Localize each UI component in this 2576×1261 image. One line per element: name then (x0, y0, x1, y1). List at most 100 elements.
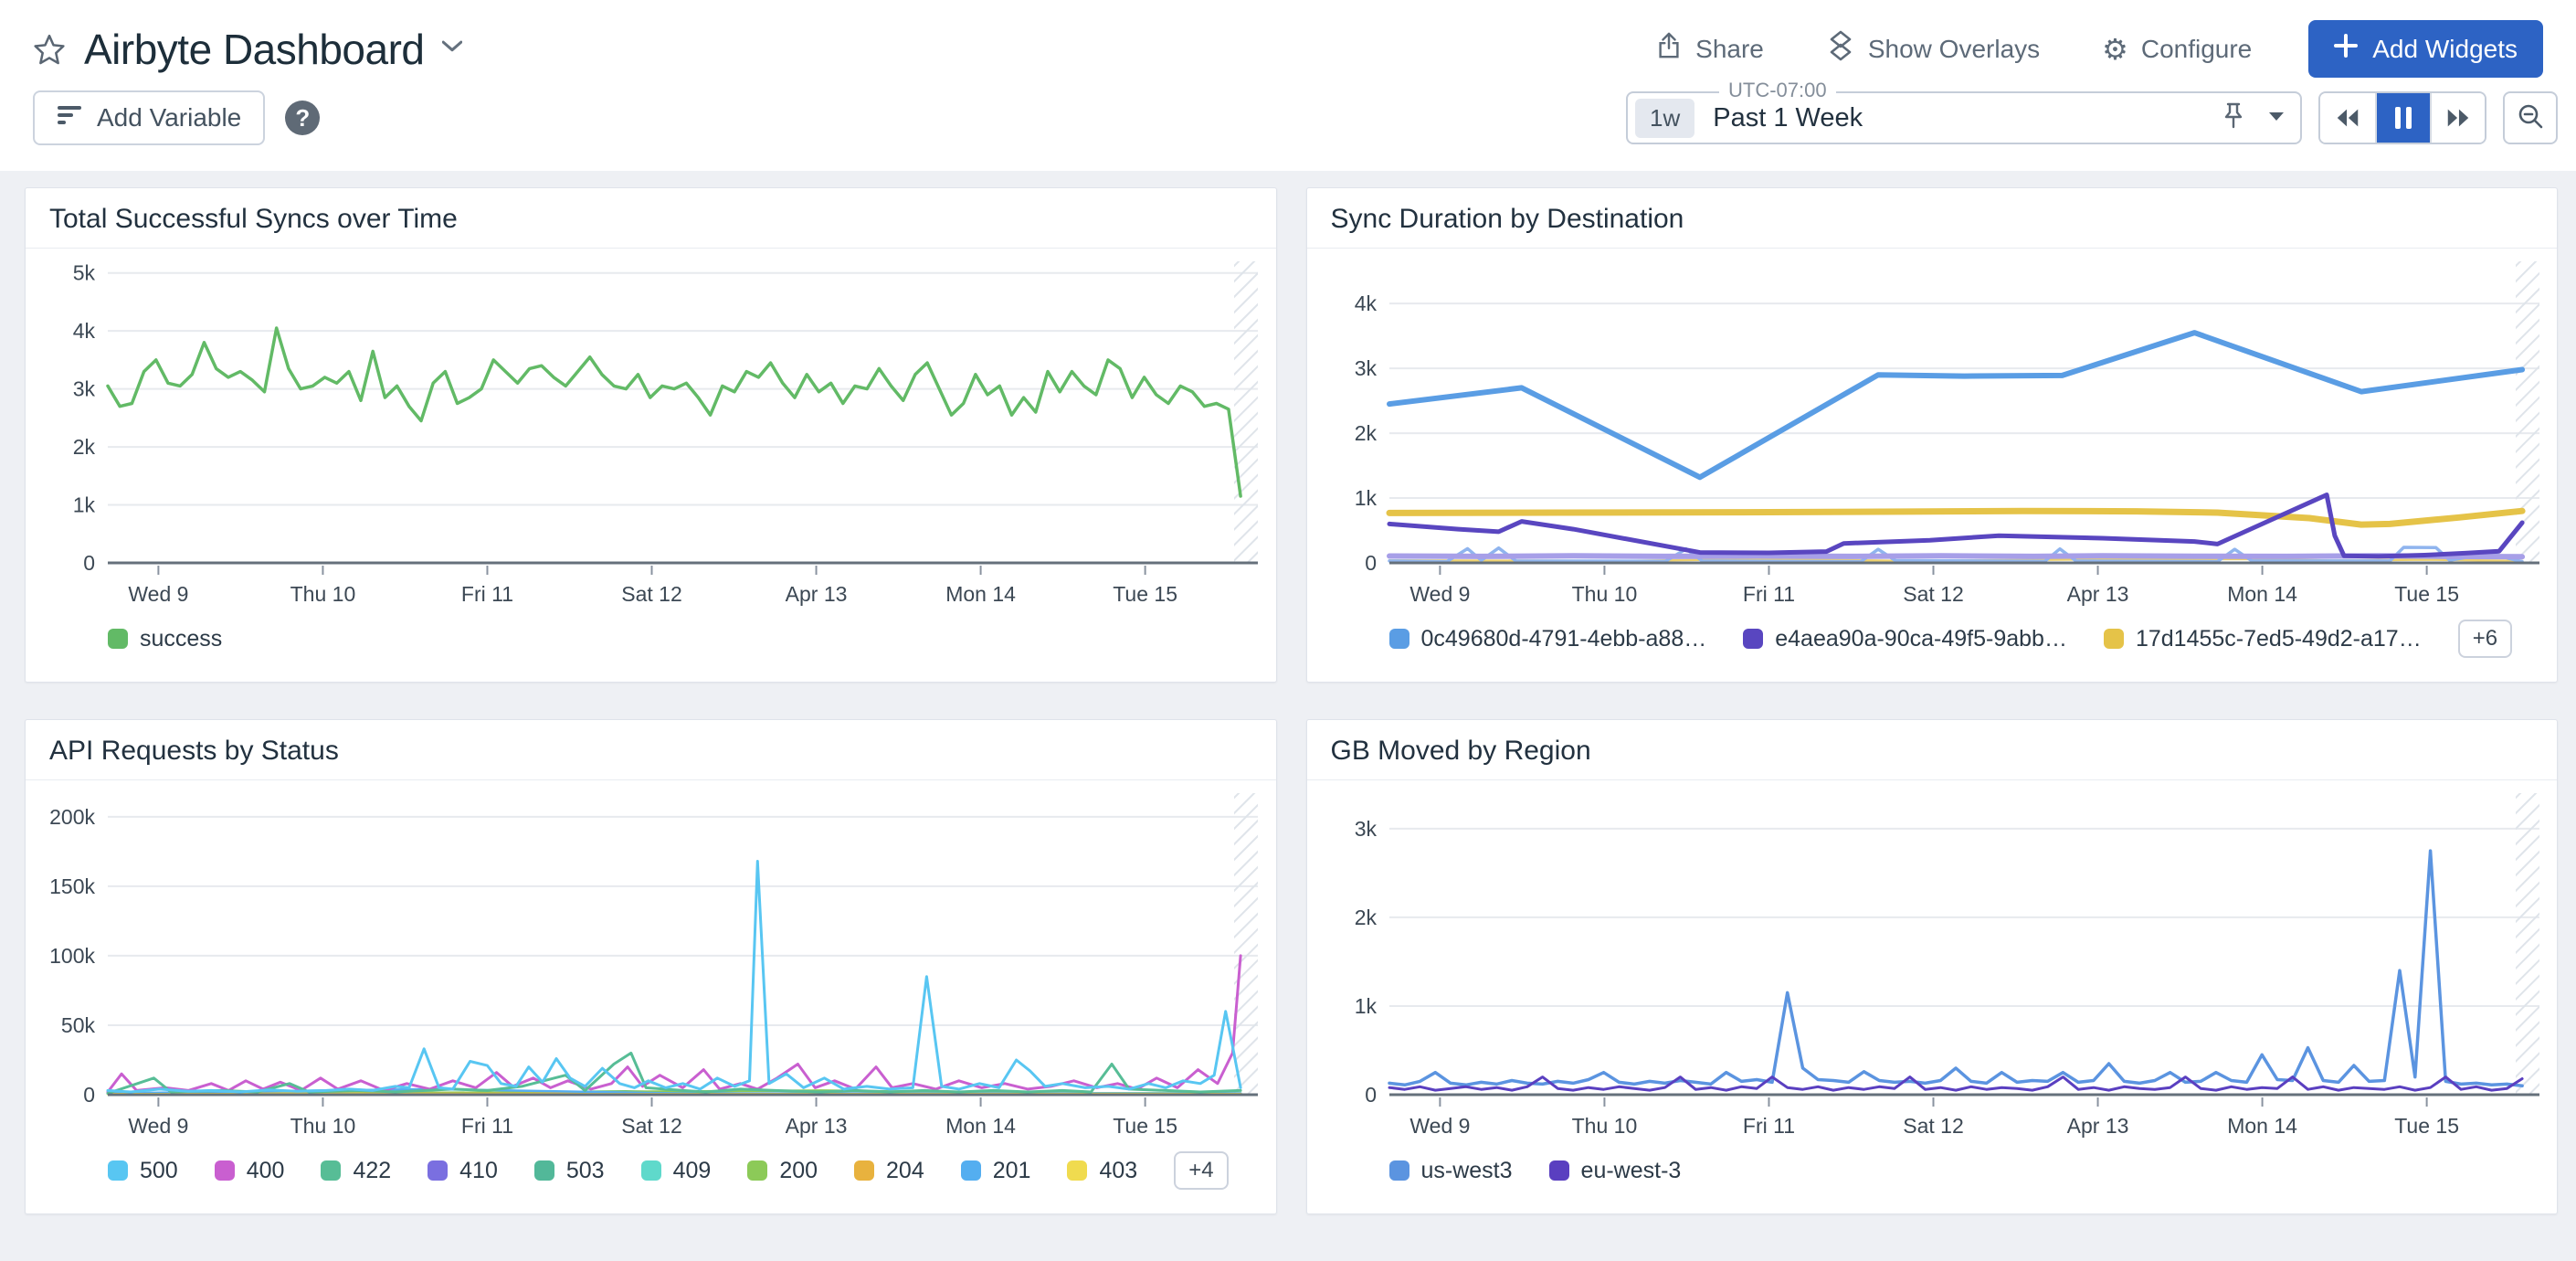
legend-color-chip (641, 1160, 661, 1181)
legend-item[interactable]: 0c49680d-4791-4ebb-a88… (1389, 626, 1707, 652)
legend-color-chip (854, 1160, 874, 1181)
legend-label: 0c49680d-4791-4ebb-a88… (1421, 626, 1707, 652)
configure-button[interactable]: ⚙ Configure (2096, 34, 2257, 65)
zoom-out-icon (2516, 102, 2545, 134)
legend-label: 201 (993, 1158, 1031, 1184)
help-icon[interactable]: ? (285, 101, 320, 135)
legend-label: 204 (886, 1158, 924, 1184)
x-axis: Wed 9Thu 10Fri 11Sat 12Apr 13Mon 14Tue 1… (128, 566, 1177, 606)
range-shortcut-chip[interactable]: 1w (1635, 99, 1694, 138)
svg-text:Thu 10: Thu 10 (1571, 1114, 1637, 1138)
overlays-icon (1826, 30, 1855, 68)
fast-forward-button[interactable] (2430, 93, 2485, 143)
rewind-button[interactable] (2320, 93, 2375, 143)
legend-item[interactable]: 503 (534, 1158, 605, 1184)
legend-item[interactable]: 410 (428, 1158, 498, 1184)
svg-text:Wed 9: Wed 9 (128, 1114, 188, 1138)
y-axis: 01k2k3k (1354, 817, 2539, 1107)
chevron-down-icon[interactable] (442, 40, 462, 58)
legend-item[interactable]: e4aea90a-90ca-49f5-9abb… (1743, 626, 2067, 652)
y-axis: 050k100k150k200k (49, 805, 1258, 1107)
legend-color-chip (534, 1160, 554, 1181)
legend-item[interactable]: 204 (854, 1158, 924, 1184)
svg-text:Wed 9: Wed 9 (128, 582, 188, 606)
svg-text:Apr 13: Apr 13 (786, 1114, 848, 1138)
chart-svg: 01k2k3k4k5kWed 9Thu 10Fri 11Sat 12Apr 13… (26, 249, 1276, 612)
chart-canvas-gb-moved[interactable]: 01k2k3kWed 9Thu 10Fri 11Sat 12Apr 13Mon … (1307, 780, 2558, 1144)
widget-title: Total Successful Syncs over Time (26, 188, 1276, 249)
svg-text:1k: 1k (73, 493, 96, 517)
svg-text:Apr 13: Apr 13 (2066, 582, 2128, 606)
legend-item[interactable]: 17d1455c-7ed5-49d2-a17… (2104, 626, 2422, 652)
show-overlays-button[interactable]: Show Overlays (1821, 29, 2045, 69)
share-icon (1655, 31, 1683, 67)
chart-svg: 050k100k150k200kWed 9Thu 10Fri 11Sat 12A… (26, 780, 1276, 1144)
chart-svg: 01k2k3k4kWed 9Thu 10Fri 11Sat 12Apr 13Mo… (1307, 249, 2558, 612)
legend-item[interactable]: eu-west-3 (1549, 1158, 1682, 1184)
pause-button[interactable] (2375, 93, 2430, 143)
time-range-picker[interactable]: UTC-07:00 1w Past 1 Week (1626, 91, 2302, 144)
chart-legend: success (26, 612, 1276, 682)
svg-text:50k: 50k (61, 1013, 96, 1037)
star-icon[interactable] (33, 33, 66, 66)
svg-text:Fri 11: Fri 11 (1742, 582, 1794, 606)
svg-text:Apr 13: Apr 13 (786, 582, 848, 606)
zoom-out-button[interactable] (2503, 91, 2558, 144)
dashboard-title-menu[interactable]: Airbyte Dashboard (33, 25, 462, 74)
legend-label: 422 (353, 1158, 391, 1184)
variable-toolbar: Add Variable ? UTC-07:00 1w Past 1 Week (0, 81, 2576, 171)
share-button[interactable]: Share (1650, 30, 1769, 68)
svg-text:Mon 14: Mon 14 (945, 1114, 1016, 1138)
legend-label: 17d1455c-7ed5-49d2-a17… (2136, 626, 2422, 652)
legend-overflow-badge[interactable]: +4 (1174, 1151, 1228, 1190)
widget-grid: Total Successful Syncs over Time 01k2k3k… (0, 171, 2576, 1214)
legend-item[interactable]: 500 (108, 1158, 178, 1184)
chart-canvas-sync-duration[interactable]: 01k2k3k4kWed 9Thu 10Fri 11Sat 12Apr 13Mo… (1307, 249, 2558, 612)
legend-overflow-badge[interactable]: +6 (2458, 620, 2512, 658)
legend-item[interactable]: 422 (321, 1158, 391, 1184)
series-0c49680d-4791-4ebb-a88… (1389, 333, 2522, 477)
svg-text:Thu 10: Thu 10 (290, 582, 356, 606)
legend-color-chip (215, 1160, 235, 1181)
legend-label: e4aea90a-90ca-49f5-9abb… (1775, 626, 2067, 652)
svg-text:Sat 12: Sat 12 (621, 582, 682, 606)
legend-label: 403 (1099, 1158, 1137, 1184)
chart-canvas-total-successful-syncs[interactable]: 01k2k3k4k5kWed 9Thu 10Fri 11Sat 12Apr 13… (26, 249, 1276, 612)
legend-item[interactable]: success (108, 626, 222, 652)
svg-text:1k: 1k (1354, 994, 1377, 1018)
svg-text:4k: 4k (1354, 291, 1377, 315)
legend-item[interactable]: 400 (215, 1158, 285, 1184)
legend-item[interactable]: us-west3 (1389, 1158, 1513, 1184)
time-controls: UTC-07:00 1w Past 1 Week (1626, 91, 2558, 144)
series-400 (108, 956, 1240, 1092)
legend-item[interactable]: 403 (1067, 1158, 1137, 1184)
x-axis: Wed 9Thu 10Fri 11Sat 12Apr 13Mon 14Tue 1… (1409, 1097, 2459, 1138)
y-axis: 01k2k3k4k (1354, 291, 2539, 575)
filter-icon (57, 103, 82, 132)
widget-title: Sync Duration by Destination (1307, 188, 2558, 249)
caret-down-icon[interactable] (2269, 110, 2284, 126)
add-widgets-button[interactable]: Add Widgets (2308, 20, 2543, 78)
add-variable-button[interactable]: Add Variable (33, 90, 265, 145)
svg-text:Tue 15: Tue 15 (1113, 1114, 1177, 1138)
legend-item[interactable]: 200 (747, 1158, 818, 1184)
header-section: Airbyte Dashboard Share Show Overlays (0, 0, 2576, 171)
legend-item[interactable]: 201 (961, 1158, 1031, 1184)
legend-label: 503 (566, 1158, 605, 1184)
legend-item[interactable]: 409 (641, 1158, 712, 1184)
series-422 (108, 1053, 1240, 1093)
series-eu-west-3 (1389, 1077, 2522, 1091)
x-axis: Wed 9Thu 10Fri 11Sat 12Apr 13Mon 14Tue 1… (128, 1097, 1177, 1138)
legend-color-chip (321, 1160, 341, 1181)
widget-gb-moved-by-region: GB Moved by Region 01k2k3kWed 9Thu 10Fri… (1306, 719, 2559, 1214)
svg-text:Apr 13: Apr 13 (2066, 1114, 2128, 1138)
range-label: Past 1 Week (1713, 103, 1863, 133)
top-bar: Airbyte Dashboard Share Show Overlays (0, 0, 2576, 81)
svg-text:2k: 2k (73, 435, 96, 459)
svg-text:0: 0 (1365, 551, 1377, 575)
chart-canvas-api-requests[interactable]: 050k100k150k200kWed 9Thu 10Fri 11Sat 12A… (26, 780, 1276, 1144)
pin-icon[interactable] (2222, 102, 2245, 134)
svg-text:Tue 15: Tue 15 (2394, 1114, 2459, 1138)
legend-color-chip (1743, 629, 1763, 649)
timezone-label: UTC-07:00 (1719, 79, 1836, 102)
